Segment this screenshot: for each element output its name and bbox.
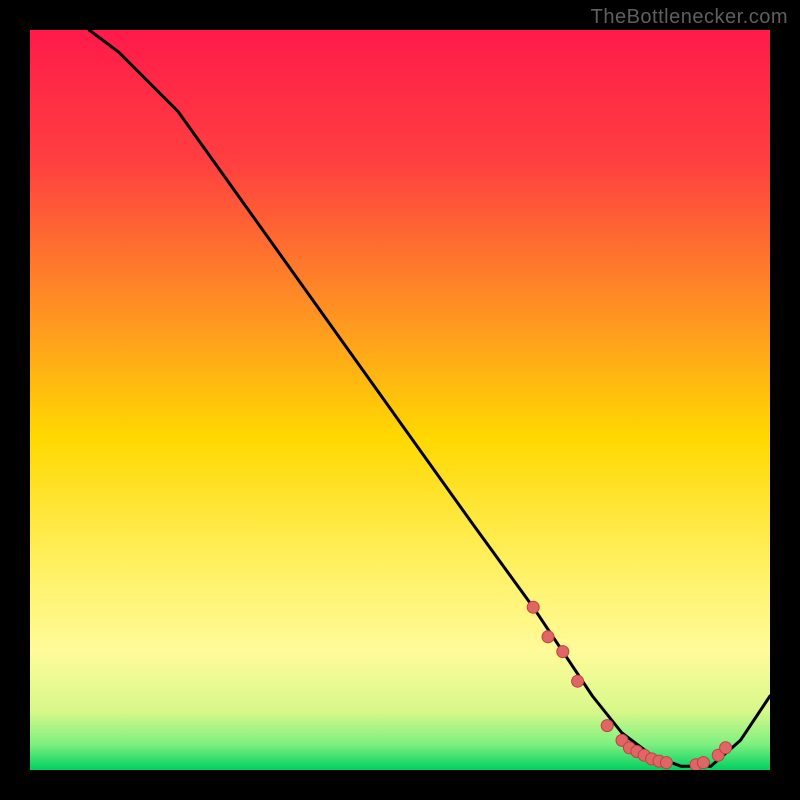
data-marker xyxy=(572,675,584,687)
gradient-background xyxy=(30,30,770,770)
data-marker xyxy=(557,646,569,658)
chart-plot-area xyxy=(30,30,770,770)
data-marker xyxy=(660,757,672,769)
data-marker xyxy=(601,720,613,732)
data-marker xyxy=(720,742,732,754)
data-marker xyxy=(542,631,554,643)
data-marker xyxy=(697,757,709,769)
data-marker xyxy=(527,601,539,613)
chart-svg xyxy=(30,30,770,770)
watermark-text: TheBottlenecker.com xyxy=(591,6,788,29)
chart-frame: TheBottlenecker.com xyxy=(0,0,800,800)
